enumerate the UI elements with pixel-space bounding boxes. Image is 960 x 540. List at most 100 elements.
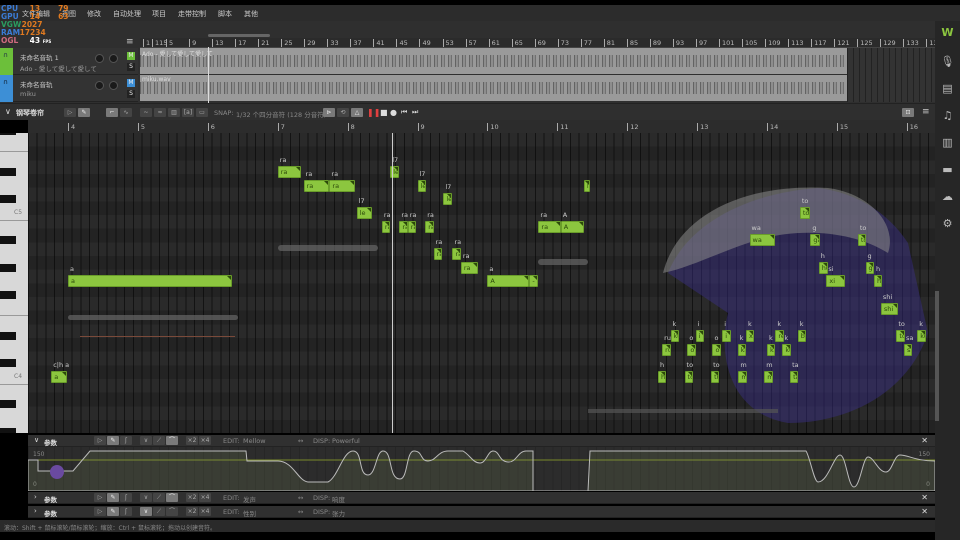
stop-icon[interactable]: ■ (380, 108, 388, 117)
note[interactable]: ra (460, 261, 478, 274)
note[interactable]: i (695, 329, 705, 342)
note[interactable]: ga (865, 261, 874, 274)
black-key[interactable] (0, 427, 16, 433)
note[interactable]: to (896, 329, 905, 342)
library-icon[interactable]: ▥ (940, 135, 955, 150)
curve-arc-button[interactable]: ⌒ (166, 436, 178, 445)
note[interactable]: ra (538, 220, 561, 233)
arrangement-scrollbar[interactable] (208, 34, 270, 37)
note[interactable]: a (51, 371, 68, 383)
note[interactable]: A (560, 220, 584, 233)
note[interactable]: ku (670, 329, 679, 342)
curve-up-button[interactable]: ⟋ (153, 507, 165, 516)
note[interactable]: ra (407, 220, 417, 233)
track-menu-icon[interactable]: ≡ (126, 37, 134, 47)
swap-icon[interactable]: ↔ (298, 508, 303, 516)
black-key[interactable] (0, 331, 16, 340)
track-name[interactable]: 未命名音轨 1 (20, 52, 59, 62)
screenshot-button[interactable]: ⊡ (902, 108, 914, 117)
note[interactable]: ka (737, 343, 747, 356)
mute-button[interactable]: M (127, 79, 135, 87)
note[interactable]: xi (746, 329, 755, 342)
disp-param-select[interactable]: 张力 (332, 508, 345, 518)
piano-roll-ruler[interactable]: 4 5 6 7 8 9 10 11 12 13 14 15 16 (28, 120, 935, 133)
note[interactable]: ra (399, 220, 408, 233)
loop-button[interactable]: ⟲ (337, 108, 349, 117)
note[interactable]: le (356, 206, 373, 219)
show-curve-button[interactable]: ≈ (154, 108, 166, 117)
black-key[interactable] (0, 236, 16, 245)
note[interactable]: ra (303, 179, 330, 192)
edit-param-select[interactable]: 发声 (243, 494, 256, 504)
note[interactable]: ka (767, 343, 776, 356)
note[interactable]: i (722, 329, 731, 342)
music-note-icon[interactable]: ♫ (940, 108, 955, 123)
note[interactable]: to (799, 206, 810, 219)
black-key[interactable] (0, 195, 16, 204)
note[interactable]: sa (904, 343, 913, 356)
collapse-chevron-icon[interactable]: ∨ (5, 107, 11, 116)
edit-param-select[interactable]: 性别 (243, 508, 256, 518)
note[interactable]: l (583, 179, 590, 192)
skip-end-icon[interactable]: ⏭ (412, 108, 418, 117)
curve-down-button[interactable]: ∨ (140, 507, 152, 516)
book-icon[interactable]: ▬ (940, 162, 955, 177)
close-icon[interactable]: ✕ (921, 493, 928, 502)
mute-button[interactable]: M (127, 52, 135, 60)
note[interactable]: to (857, 234, 867, 247)
x4-button[interactable]: ×4 (199, 493, 211, 502)
note[interactable]: ra (277, 165, 302, 178)
headphone-icon[interactable]: ∩ (0, 48, 13, 75)
x4-button[interactable]: ×4 (199, 507, 211, 516)
note[interactable]: ta (790, 371, 799, 383)
curve-down-button[interactable]: ∨ (140, 436, 152, 445)
note[interactable]: to (711, 371, 720, 383)
arrangement-ruler[interactable]: 1 115 5 9 13 17 21 25 29 33 37 41 45 49 53 57 61 65 69 73 77… (140, 38, 942, 48)
show-lyrics-button[interactable]: ▭ (196, 108, 208, 117)
vertical-scrollbar[interactable] (935, 291, 939, 421)
note[interactable]: A (487, 275, 530, 288)
note-tool-button[interactable]: ⌐ (106, 108, 118, 117)
menu-transport[interactable]: 走带控制 (178, 9, 206, 19)
black-key[interactable] (0, 263, 16, 272)
x2-button[interactable]: ×2 (186, 436, 198, 445)
note[interactable]: shi (880, 302, 898, 315)
param-panel-2-header[interactable]: › 参数 ▷ ✎ ʃ ∨ ⟋ ⌒ ×2 ×4 EDIT: 发声 ↔ DISP: … (28, 492, 935, 504)
note[interactable]: ru (662, 343, 671, 356)
menu-script[interactable]: 脚本 (218, 9, 232, 19)
menu-modify[interactable]: 修改 (87, 9, 101, 19)
note[interactable]: le (443, 193, 452, 206)
expand-chevron-icon[interactable]: › (34, 493, 37, 501)
piano-roll-grid[interactable]: aaac|h ararararararalel7raralel7rararara… (28, 133, 935, 433)
snap-select[interactable]: 1/32 个四分音符 (128 分音符) (236, 109, 326, 119)
volume-knob[interactable] (109, 54, 118, 63)
swap-icon[interactable]: ↔ (298, 494, 303, 502)
select-tool-button[interactable]: ▷ (64, 108, 76, 117)
note[interactable]: re (775, 329, 784, 342)
note[interactable]: ho (873, 275, 883, 288)
note[interactable]: xi (826, 275, 845, 288)
collapse-chevron-icon[interactable]: ∨ (34, 436, 39, 444)
black-key[interactable] (0, 290, 16, 299)
pen-tool-button[interactable]: ✎ (78, 108, 90, 117)
volume-knob[interactable] (109, 81, 118, 90)
show-pitch-button[interactable]: ~ (140, 108, 152, 117)
pen-tool-button[interactable]: ✎ (107, 493, 119, 502)
metronome-button[interactable]: △ (351, 108, 363, 117)
cloud-icon[interactable]: ☁ (940, 189, 955, 204)
param-panel-3-header[interactable]: › 参数 ▷ ✎ ʃ ∨ ⟋ ⌒ ×2 ×4 EDIT: 性别 ↔ DISP: … (28, 506, 935, 518)
smooth-tool-button[interactable]: ʃ (120, 507, 132, 516)
note[interactable]: o (712, 343, 721, 356)
note[interactable]: le (417, 179, 426, 192)
show-waveform-button[interactable]: ▥ (168, 108, 180, 117)
black-key[interactable] (0, 133, 16, 135)
pitch-tool-button[interactable]: ∿ (120, 108, 132, 117)
black-key[interactable] (0, 400, 16, 409)
edit-param-select[interactable]: Mellow (243, 437, 266, 445)
menu-other[interactable]: 其他 (244, 9, 258, 19)
solo-button[interactable]: S (127, 63, 135, 71)
clapperboard-icon[interactable]: ▤ (940, 81, 955, 96)
select-tool-button[interactable]: ▷ (94, 507, 106, 516)
select-tool-button[interactable]: ▷ (94, 436, 106, 445)
track-2-header[interactable]: ∩ 未命名音轨 miku M S (0, 75, 138, 102)
